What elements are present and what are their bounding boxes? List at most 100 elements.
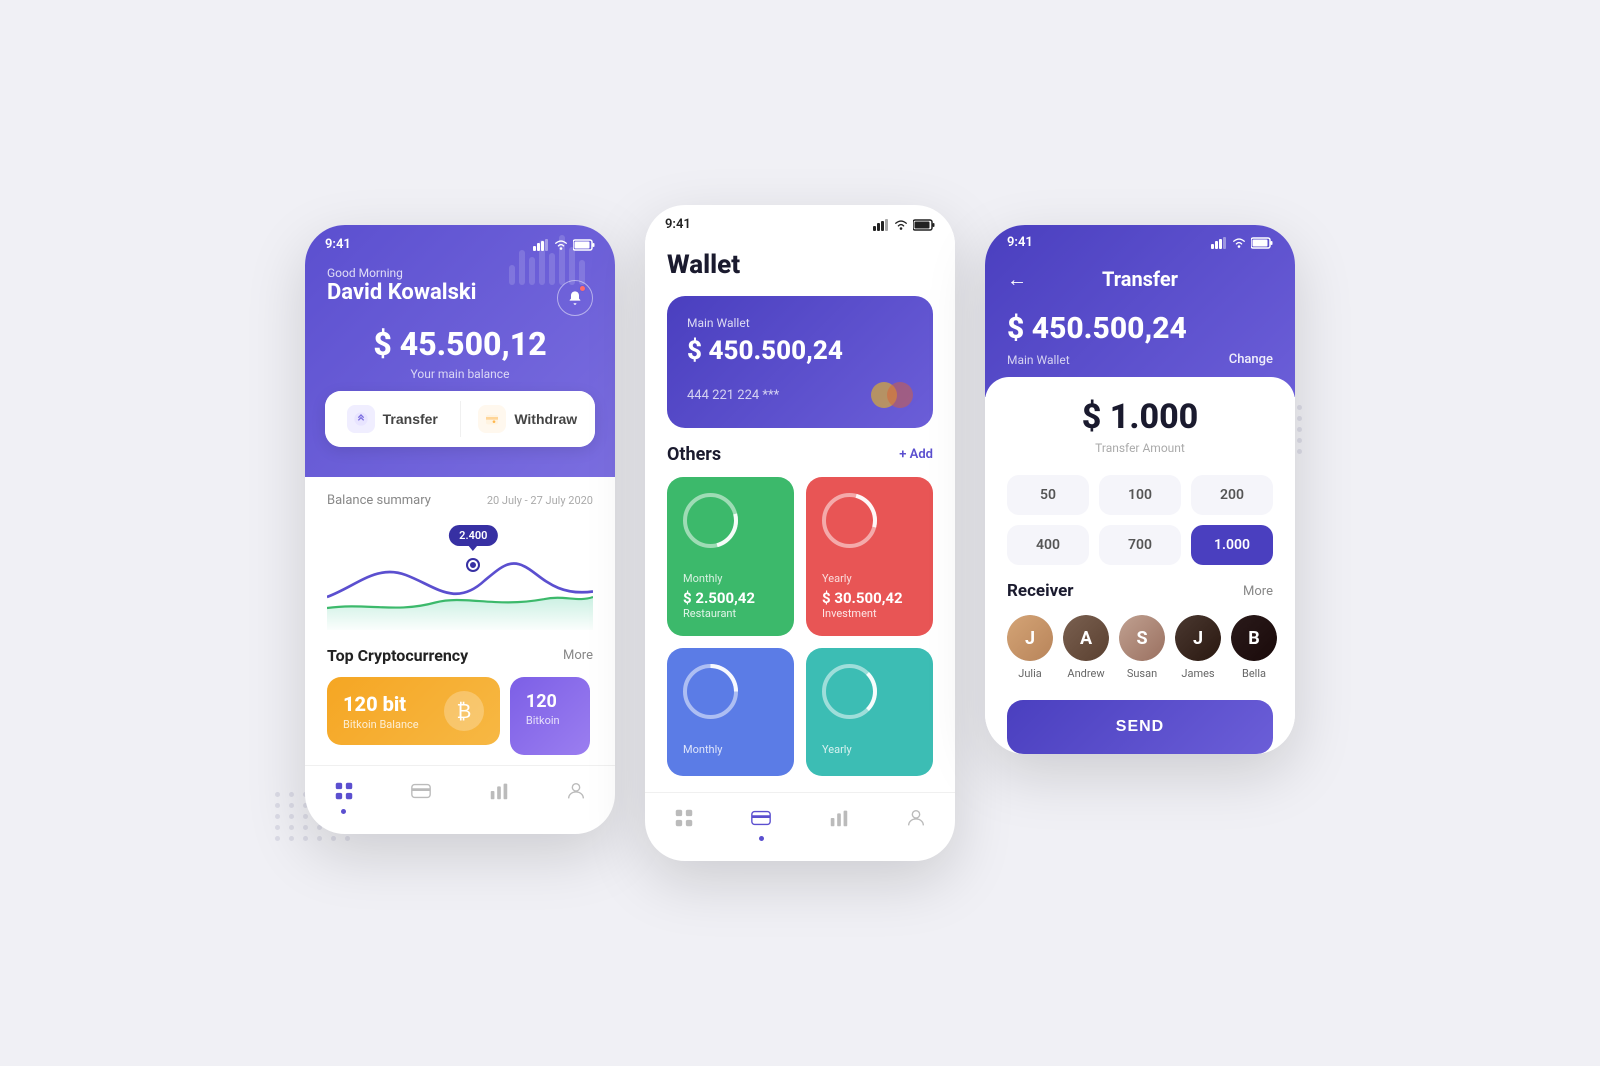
balance-amount: $ 45.500,12 (305, 325, 615, 363)
transfer-page-title: Transfer (1102, 267, 1178, 291)
back-button[interactable]: ← (1007, 267, 1027, 292)
send-button[interactable]: SEND (1007, 700, 1273, 754)
avatar-face-bella: B (1231, 615, 1277, 661)
receiver-james[interactable]: J James (1175, 615, 1221, 680)
wifi-icon-3 (1232, 237, 1246, 249)
avatar-susan: S (1119, 615, 1165, 661)
transfer-change-button[interactable]: Change (1229, 352, 1273, 367)
wallet-title: Wallet (667, 250, 933, 280)
amount-chip-200[interactable]: 200 (1191, 475, 1273, 515)
amount-chip-100[interactable]: 100 (1099, 475, 1181, 515)
others-header: Others + Add (667, 444, 933, 465)
nav-chart-2[interactable] (828, 807, 850, 841)
others-title: Others (667, 444, 721, 465)
crypto-label-2: Bitkoin (526, 714, 574, 727)
chart-icon-2 (828, 807, 850, 829)
receiver-bella[interactable]: B Bella (1231, 615, 1277, 680)
status-time-2: 9:41 (665, 217, 691, 232)
dashboard-header: 9:41 (305, 225, 615, 477)
amount-chip-400[interactable]: 400 (1007, 525, 1089, 565)
monthly-name: Restaurant (683, 607, 778, 620)
transfer-button[interactable]: Transfer (325, 391, 460, 447)
crypto-section: Top Cryptocurrency More 120 bit Bitkoin … (327, 630, 593, 755)
amount-chip-700[interactable]: 700 (1099, 525, 1181, 565)
chart-nav-icon (488, 780, 510, 802)
avatar-andrew: A (1063, 615, 1109, 661)
withdraw-button[interactable]: Withdraw (461, 391, 596, 447)
user-nav-icon (565, 780, 587, 802)
withdraw-icon (478, 405, 506, 433)
bg-decoration (509, 235, 585, 285)
crypto-info: 120 bit Bitkoin Balance (343, 692, 419, 731)
nav-active-dot (341, 809, 346, 814)
wallet-item-yearly-investment[interactable]: Yearly $ 30.500,42 Investment (806, 477, 933, 636)
crypto-card-2: 120 Bitkoin (510, 677, 590, 755)
receiver-name-susan: Susan (1127, 667, 1157, 680)
amount-chip-1000[interactable]: 1.000 (1191, 525, 1273, 565)
nav-home[interactable] (333, 780, 355, 814)
receiver-andrew[interactable]: A Andrew (1063, 615, 1109, 680)
receiver-title: Receiver (1007, 581, 1074, 601)
crypto-header: Top Cryptocurrency More (327, 646, 593, 665)
nav-profile[interactable] (565, 780, 587, 814)
wallet-item-monthly-2[interactable]: Monthly (667, 648, 794, 776)
nav-chart[interactable] (488, 780, 510, 814)
card-chip (871, 382, 913, 408)
nav-home-2[interactable] (673, 807, 695, 841)
wallet-item-monthly-restaurant[interactable]: Monthly $ 2.500,42 Restaurant (667, 477, 794, 636)
add-button[interactable]: + Add (899, 447, 933, 462)
card-nav-icon (410, 780, 432, 802)
transfer-balance: $ 450.500,24 Main Wallet Change (1007, 311, 1273, 367)
crypto-label: Bitkoin Balance (343, 718, 419, 731)
amount-chip-50[interactable]: 50 (1007, 475, 1089, 515)
withdraw-label: Withdraw (514, 411, 577, 427)
receiver-list: J Julia A Andrew S (1007, 615, 1273, 680)
transfer-wallet-label: Main Wallet (1007, 353, 1070, 367)
wallet-item-yearly-2[interactable]: Yearly (806, 648, 933, 776)
crypto-title: Top Cryptocurrency (327, 646, 468, 665)
transfer-header-amount: $ 450.500,24 (1007, 311, 1273, 346)
chart-area: 2.400 (327, 520, 593, 630)
home-nav-icon (333, 780, 355, 802)
phone-dashboard: 9:41 (305, 225, 615, 834)
signal-icon-3 (1211, 237, 1227, 249)
nav-card[interactable] (410, 780, 432, 814)
yearly-2-label: Yearly (822, 743, 917, 756)
nav-card-2[interactable] (750, 807, 772, 841)
transfer-amount-label: Transfer Amount (1007, 441, 1273, 455)
battery-icon-2 (913, 219, 935, 231)
avatar-face-susan: S (1119, 615, 1165, 661)
phone-transfer: 9:41 (985, 225, 1295, 754)
crypto-row: 120 bit Bitkoin Balance ₿ 120 Bitkoin (327, 677, 593, 755)
phone-wallet: 9:41 (645, 205, 955, 861)
ring-fill-4 (822, 664, 877, 719)
receiver-susan[interactable]: S Susan (1119, 615, 1165, 680)
transfer-nav: ← Transfer (1007, 255, 1273, 301)
receiver-julia[interactable]: J Julia (1007, 615, 1053, 680)
receiver-section: Receiver More J Julia A (1007, 581, 1273, 680)
chart-section: Balance summary 20 July - 27 July 2020 2… (327, 477, 593, 630)
home-icon-2 (673, 807, 695, 829)
wallet-card-number: 444 221 224 *** (687, 382, 913, 408)
monthly-ring (683, 493, 738, 548)
ring-fill-2 (812, 483, 887, 558)
monthly-ring-2 (683, 664, 738, 719)
crypto-value-2: 120 (526, 691, 574, 712)
wallet-card: Main Wallet $ 450.500,24 444 221 224 *** (667, 296, 933, 428)
transfer-header: 9:41 (985, 225, 1295, 397)
nav-profile-2[interactable] (905, 807, 927, 841)
balance-label: Your main balance (305, 367, 615, 381)
crypto-more[interactable]: More (563, 648, 593, 663)
chart-dot (468, 560, 478, 570)
amount-display: $ 1.000 Transfer Amount (1007, 397, 1273, 455)
receiver-more[interactable]: More (1243, 584, 1273, 599)
withdraw-svg (484, 411, 500, 427)
transfer-svg (353, 411, 369, 427)
chart-header: Balance summary 20 July - 27 July 2020 (327, 493, 593, 508)
page-wrapper: for(let i=0;i<30;i++) document.write('<d… (225, 145, 1375, 921)
bell-button[interactable] (557, 280, 593, 316)
status-time-1: 9:41 (325, 237, 351, 252)
status-icons-2 (873, 219, 935, 231)
status-bar-3: 9:41 (1007, 225, 1273, 255)
receiver-name-andrew: Andrew (1067, 667, 1104, 680)
